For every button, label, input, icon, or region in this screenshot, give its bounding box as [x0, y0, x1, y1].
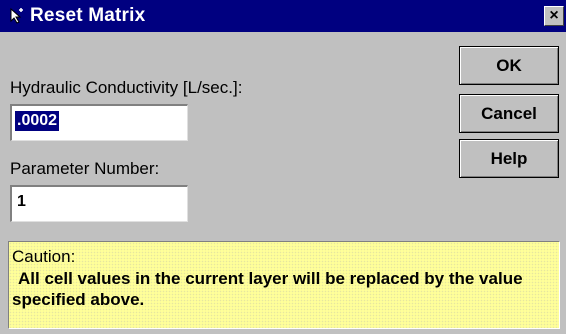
cancel-button[interactable]: Cancel: [459, 94, 559, 133]
close-button[interactable]: ×: [544, 6, 564, 26]
ok-button[interactable]: OK: [459, 46, 559, 85]
reset-matrix-dialog: Reset Matrix × Hydraulic Conductivity [L…: [0, 0, 566, 334]
conductivity-input[interactable]: .0002: [10, 104, 188, 141]
caution-title: Caution:: [12, 247, 76, 266]
parameter-number-input[interactable]: 1: [10, 185, 188, 222]
close-icon: ×: [549, 7, 559, 24]
window-title: Reset Matrix: [30, 5, 146, 26]
conductivity-value: .0002: [15, 111, 60, 131]
arrow-cursor-icon: [8, 7, 26, 25]
caution-message: All cell values in the current layer wil…: [12, 269, 523, 309]
help-button[interactable]: Help: [459, 139, 559, 178]
conductivity-label: Hydraulic Conductivity [L/sec.]:: [10, 78, 243, 97]
parameter-number-label: Parameter Number:: [10, 159, 160, 178]
title-bar[interactable]: Reset Matrix ×: [0, 0, 566, 32]
parameter-number-value: 1: [17, 193, 26, 210]
caution-panel: Caution: All cell values in the current …: [8, 241, 560, 329]
